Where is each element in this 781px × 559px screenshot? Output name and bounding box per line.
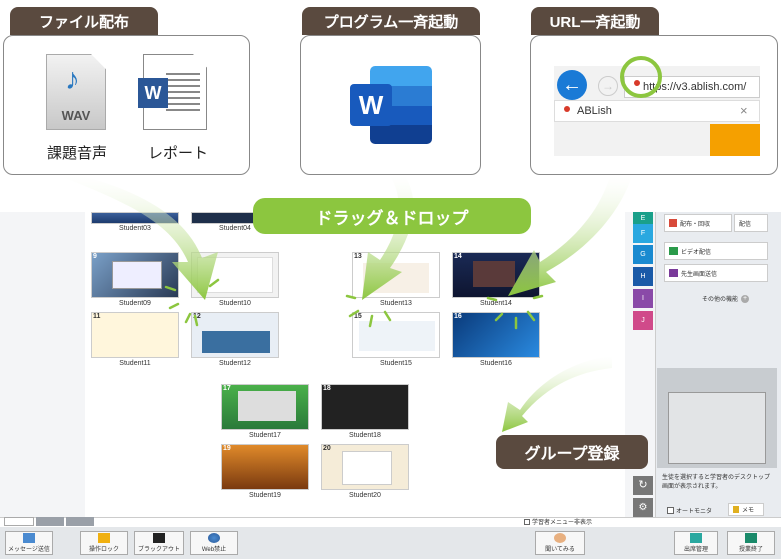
arrow-overlay bbox=[60, 176, 632, 432]
arrow-file bbox=[60, 176, 218, 300]
sparkle-marks bbox=[164, 278, 544, 330]
group-register-label: グループ登録 bbox=[496, 435, 648, 469]
arrow-url bbox=[508, 176, 632, 296]
arrow-group bbox=[502, 356, 612, 432]
highlight-circle bbox=[620, 56, 662, 98]
drag-drop-label: ドラッグ＆ドロップ bbox=[253, 198, 531, 234]
word-badge-icon: W bbox=[138, 78, 168, 108]
arrow-program bbox=[362, 176, 414, 300]
location-pin-icon bbox=[634, 80, 640, 86]
